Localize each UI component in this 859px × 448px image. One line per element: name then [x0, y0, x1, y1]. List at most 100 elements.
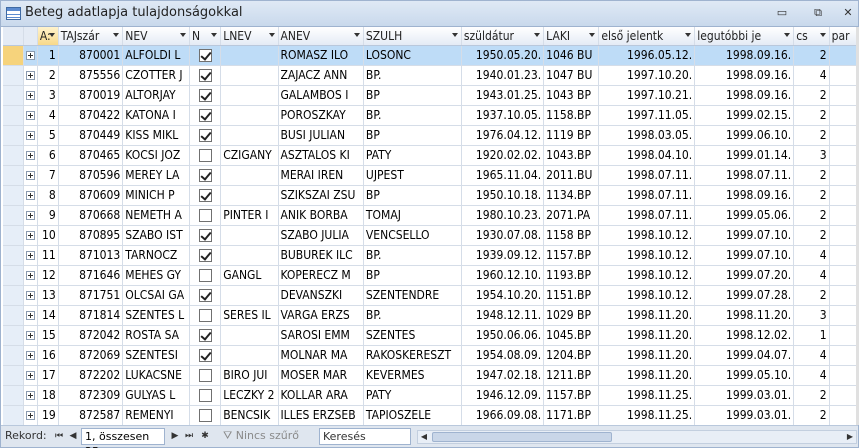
cell-anev[interactable]: MOLNAR MA: [278, 345, 364, 366]
cell-par[interactable]: [829, 385, 859, 406]
cell-elso[interactable]: 1998.07.11.: [598, 185, 696, 206]
cell-legutobbi[interactable]: 1999.07.10.: [694, 245, 795, 266]
row-selector[interactable]: [3, 325, 25, 346]
cell-anev[interactable]: SZIKSZAI ZSU: [278, 185, 364, 206]
cell-anev[interactable]: POROSZKAY: [278, 105, 364, 126]
expand-plus-icon[interactable]: [26, 51, 36, 60]
cell-n[interactable]: [189, 265, 222, 286]
cell-szulh[interactable]: BP.: [363, 245, 462, 266]
cell-n[interactable]: [189, 305, 222, 326]
cell-a[interactable]: 17: [37, 365, 59, 386]
cell-cs[interactable]: 2: [793, 285, 830, 306]
cell-cs[interactable]: 2: [793, 225, 830, 246]
cell-n[interactable]: [189, 245, 222, 266]
cell-a[interactable]: 5: [37, 125, 59, 146]
cell-legutobbi[interactable]: 1999.03.01.: [694, 405, 795, 425]
cell-taj[interactable]: 871646: [58, 265, 124, 286]
cell-laki[interactable]: 1029 BP: [543, 305, 600, 326]
cell-lnev[interactable]: [220, 225, 279, 246]
close-button[interactable]: ✕: [837, 5, 859, 21]
row-selector[interactable]: [3, 85, 25, 106]
cell-n[interactable]: [189, 145, 222, 166]
cell-a[interactable]: 14: [37, 305, 59, 326]
cell-a[interactable]: 8: [37, 185, 59, 206]
cell-szulh[interactable]: BP: [363, 265, 462, 286]
cell-taj[interactable]: 870609: [58, 185, 124, 206]
cell-lnev[interactable]: LECZKY 2: [220, 385, 279, 406]
cell-n[interactable]: [189, 405, 222, 425]
cell-elso[interactable]: 1998.11.20.: [598, 305, 696, 326]
expand-cell[interactable]: [23, 165, 38, 186]
row-selector[interactable]: [3, 65, 25, 86]
row-selector[interactable]: [3, 185, 25, 206]
cell-laki[interactable]: 1134.BP: [543, 185, 600, 206]
row-selector[interactable]: [3, 365, 25, 386]
cell-szuldatum[interactable]: 1930.07.08.: [461, 225, 545, 246]
cell-elso[interactable]: 1998.04.10.: [598, 145, 696, 166]
cell-a[interactable]: 9: [37, 205, 59, 226]
cell-a[interactable]: 2: [37, 65, 59, 86]
cell-szulh[interactable]: PATY: [363, 385, 462, 406]
table-row[interactable]: 15 872042 ROSTA SA SAROSI EMM SZENTES 1950.06…: [3, 325, 859, 346]
checkbox[interactable]: [198, 129, 212, 142]
cell-szuldatum[interactable]: 1946.12.09.: [461, 385, 545, 406]
cell-szuldatum[interactable]: 1937.10.05.: [461, 105, 545, 126]
cell-legutobbi[interactable]: 1998.09.16.: [694, 45, 795, 66]
cell-anev[interactable]: DEVANSZKI: [278, 285, 364, 306]
cell-legutobbi[interactable]: 1999.05.06.: [694, 205, 795, 226]
cell-par[interactable]: [829, 225, 859, 246]
cell-taj[interactable]: 872042: [58, 325, 124, 346]
cell-taj[interactable]: 871751: [58, 285, 124, 306]
cell-elso[interactable]: 1998.07.11.: [598, 165, 696, 186]
cell-anev[interactable]: MERAI IREN: [278, 165, 364, 186]
column-header-elso[interactable]: első jelentk: [598, 27, 696, 46]
cell-anev[interactable]: ASZTALOS KI: [278, 145, 364, 166]
row-selector[interactable]: [3, 165, 25, 186]
cell-szuldatum[interactable]: 1954.08.09.: [461, 345, 545, 366]
cell-lnev[interactable]: [220, 65, 279, 86]
next-record-icon[interactable]: ▶: [169, 429, 181, 443]
cell-szuldatum[interactable]: 1950.05.20.: [461, 45, 545, 66]
select-all-corner[interactable]: [3, 27, 25, 46]
cell-a[interactable]: 18: [37, 385, 59, 406]
cell-elso[interactable]: 1998.10.12.: [598, 225, 696, 246]
cell-taj[interactable]: 870596: [58, 165, 124, 186]
cell-laki[interactable]: 2071.PA: [543, 205, 600, 226]
expand-plus-icon[interactable]: [26, 191, 36, 200]
cell-taj[interactable]: 870895: [58, 225, 124, 246]
row-selector[interactable]: [3, 45, 25, 66]
horizontal-scroll-thumb[interactable]: [432, 432, 612, 442]
cell-szulh[interactable]: SZENTES: [363, 325, 462, 346]
expand-plus-icon[interactable]: [26, 371, 36, 380]
cell-a[interactable]: 7: [37, 165, 59, 186]
cell-anev[interactable]: ANIK BORBA: [278, 205, 364, 226]
table-row[interactable]: 17 872202 LUKACSNE BIRO JUI MOSER MAR KEVERME…: [3, 365, 859, 386]
table-row[interactable]: 19 872587 REMENYI BENCSIK ILLES ERZSEB TAPIOS…: [3, 405, 859, 425]
cell-a[interactable]: 12: [37, 265, 59, 286]
row-selector[interactable]: [3, 385, 25, 406]
checkbox[interactable]: [198, 69, 212, 82]
cell-lnev[interactable]: [220, 105, 279, 126]
cell-szulh[interactable]: TAPIOSZELE: [363, 405, 462, 425]
expand-cell[interactable]: [23, 85, 38, 106]
checkbox[interactable]: [198, 369, 212, 382]
checkbox[interactable]: [198, 289, 212, 302]
row-selector[interactable]: [3, 305, 25, 326]
cell-elso[interactable]: 1997.10.20.: [598, 65, 696, 86]
cell-laki[interactable]: 1045.BP: [543, 325, 600, 346]
cell-par[interactable]: [829, 245, 859, 266]
cell-lnev[interactable]: BENCSIK: [220, 405, 279, 425]
table-row[interactable]: 16 872069 SZENTESI MOLNAR MA RAKOSKERESZT 195…: [3, 345, 859, 366]
cell-laki[interactable]: 1043 BP: [543, 85, 600, 106]
cell-n[interactable]: [189, 125, 222, 146]
expand-plus-icon[interactable]: [26, 311, 36, 320]
cell-cs[interactable]: 2: [793, 185, 830, 206]
checkbox[interactable]: [198, 409, 212, 422]
cell-szuldatum[interactable]: 1940.01.23.: [461, 65, 545, 86]
expand-cell[interactable]: [23, 405, 38, 425]
cell-a[interactable]: 3: [37, 85, 59, 106]
cell-nev[interactable]: ALTORJAY: [122, 85, 190, 106]
expand-cell[interactable]: [23, 285, 38, 306]
cell-elso[interactable]: 1997.11.05.: [598, 105, 696, 126]
cell-taj[interactable]: 871814: [58, 305, 124, 326]
